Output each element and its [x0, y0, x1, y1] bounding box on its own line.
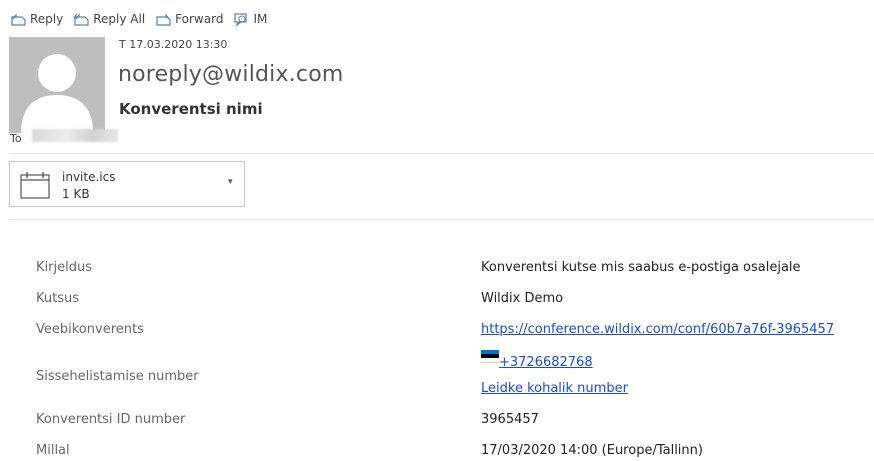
- message-subject: Konverentsi nimi: [119, 100, 263, 118]
- header-divider: [9, 153, 874, 154]
- to-label: To: [10, 132, 22, 145]
- reply-all-button[interactable]: Reply All: [73, 12, 145, 27]
- conference-link[interactable]: https://conference.wildix.com/conf/60b7a…: [481, 322, 834, 337]
- detail-label-millal: Millal: [36, 443, 70, 458]
- detail-label-veebikonverents: Veebikonverents: [36, 322, 144, 337]
- person-icon: [21, 54, 93, 133]
- forward-button[interactable]: Forward: [155, 12, 223, 27]
- im-label: IM: [253, 12, 268, 26]
- detail-label-dial-in: Sissehelistamise number: [36, 369, 199, 384]
- reply-icon: [11, 12, 26, 26]
- attachment-size: 1 KB: [62, 187, 90, 201]
- detail-value-kutsus: Wildix Demo: [481, 291, 564, 306]
- local-number-link[interactable]: Leidke kohalik number: [481, 381, 628, 396]
- dial-in-phone-link[interactable]: +3726682768: [499, 355, 593, 370]
- im-icon: [234, 12, 248, 27]
- sent-date: T 17.03.2020 13:30: [119, 38, 228, 51]
- attachment-divider: [9, 219, 874, 220]
- sender-address: noreply@wildix.com: [118, 62, 344, 87]
- reply-all-icon: [73, 12, 89, 26]
- reply-label: Reply: [30, 12, 64, 26]
- forward-label: Forward: [175, 12, 224, 26]
- detail-value-millal: 17/03/2020 14:00 (Europe/Tallinn): [481, 443, 703, 458]
- recipient-redacted: [32, 129, 118, 142]
- detail-label-kirjeldus: Kirjeldus: [36, 260, 92, 275]
- forward-icon: [156, 12, 171, 26]
- attachment-tile[interactable]: invite.ics 1 KB ▾: [9, 161, 245, 207]
- reply-all-label: Reply All: [93, 12, 146, 26]
- detail-value-kirjeldus: Konverentsi kutse mis saabus e-postiga o…: [481, 260, 801, 275]
- detail-value-conference-id: 3965457: [481, 412, 539, 427]
- reply-button[interactable]: Reply: [10, 12, 63, 27]
- dial-in-phone-row: +3726682768: [481, 350, 593, 370]
- attachment-menu-chevron-icon[interactable]: ▾: [228, 177, 233, 187]
- im-button[interactable]: IM: [233, 12, 267, 27]
- detail-label-kutsus: Kutsus: [36, 291, 79, 306]
- calendar-icon: [20, 172, 50, 199]
- attachment-name: invite.ics: [62, 170, 116, 184]
- message-toolbar: Reply Reply All Forward IM: [10, 9, 267, 29]
- detail-label-conference-id: Konverentsi ID number: [36, 412, 186, 427]
- estonia-flag-icon: [481, 350, 499, 363]
- sender-avatar: [9, 37, 105, 133]
